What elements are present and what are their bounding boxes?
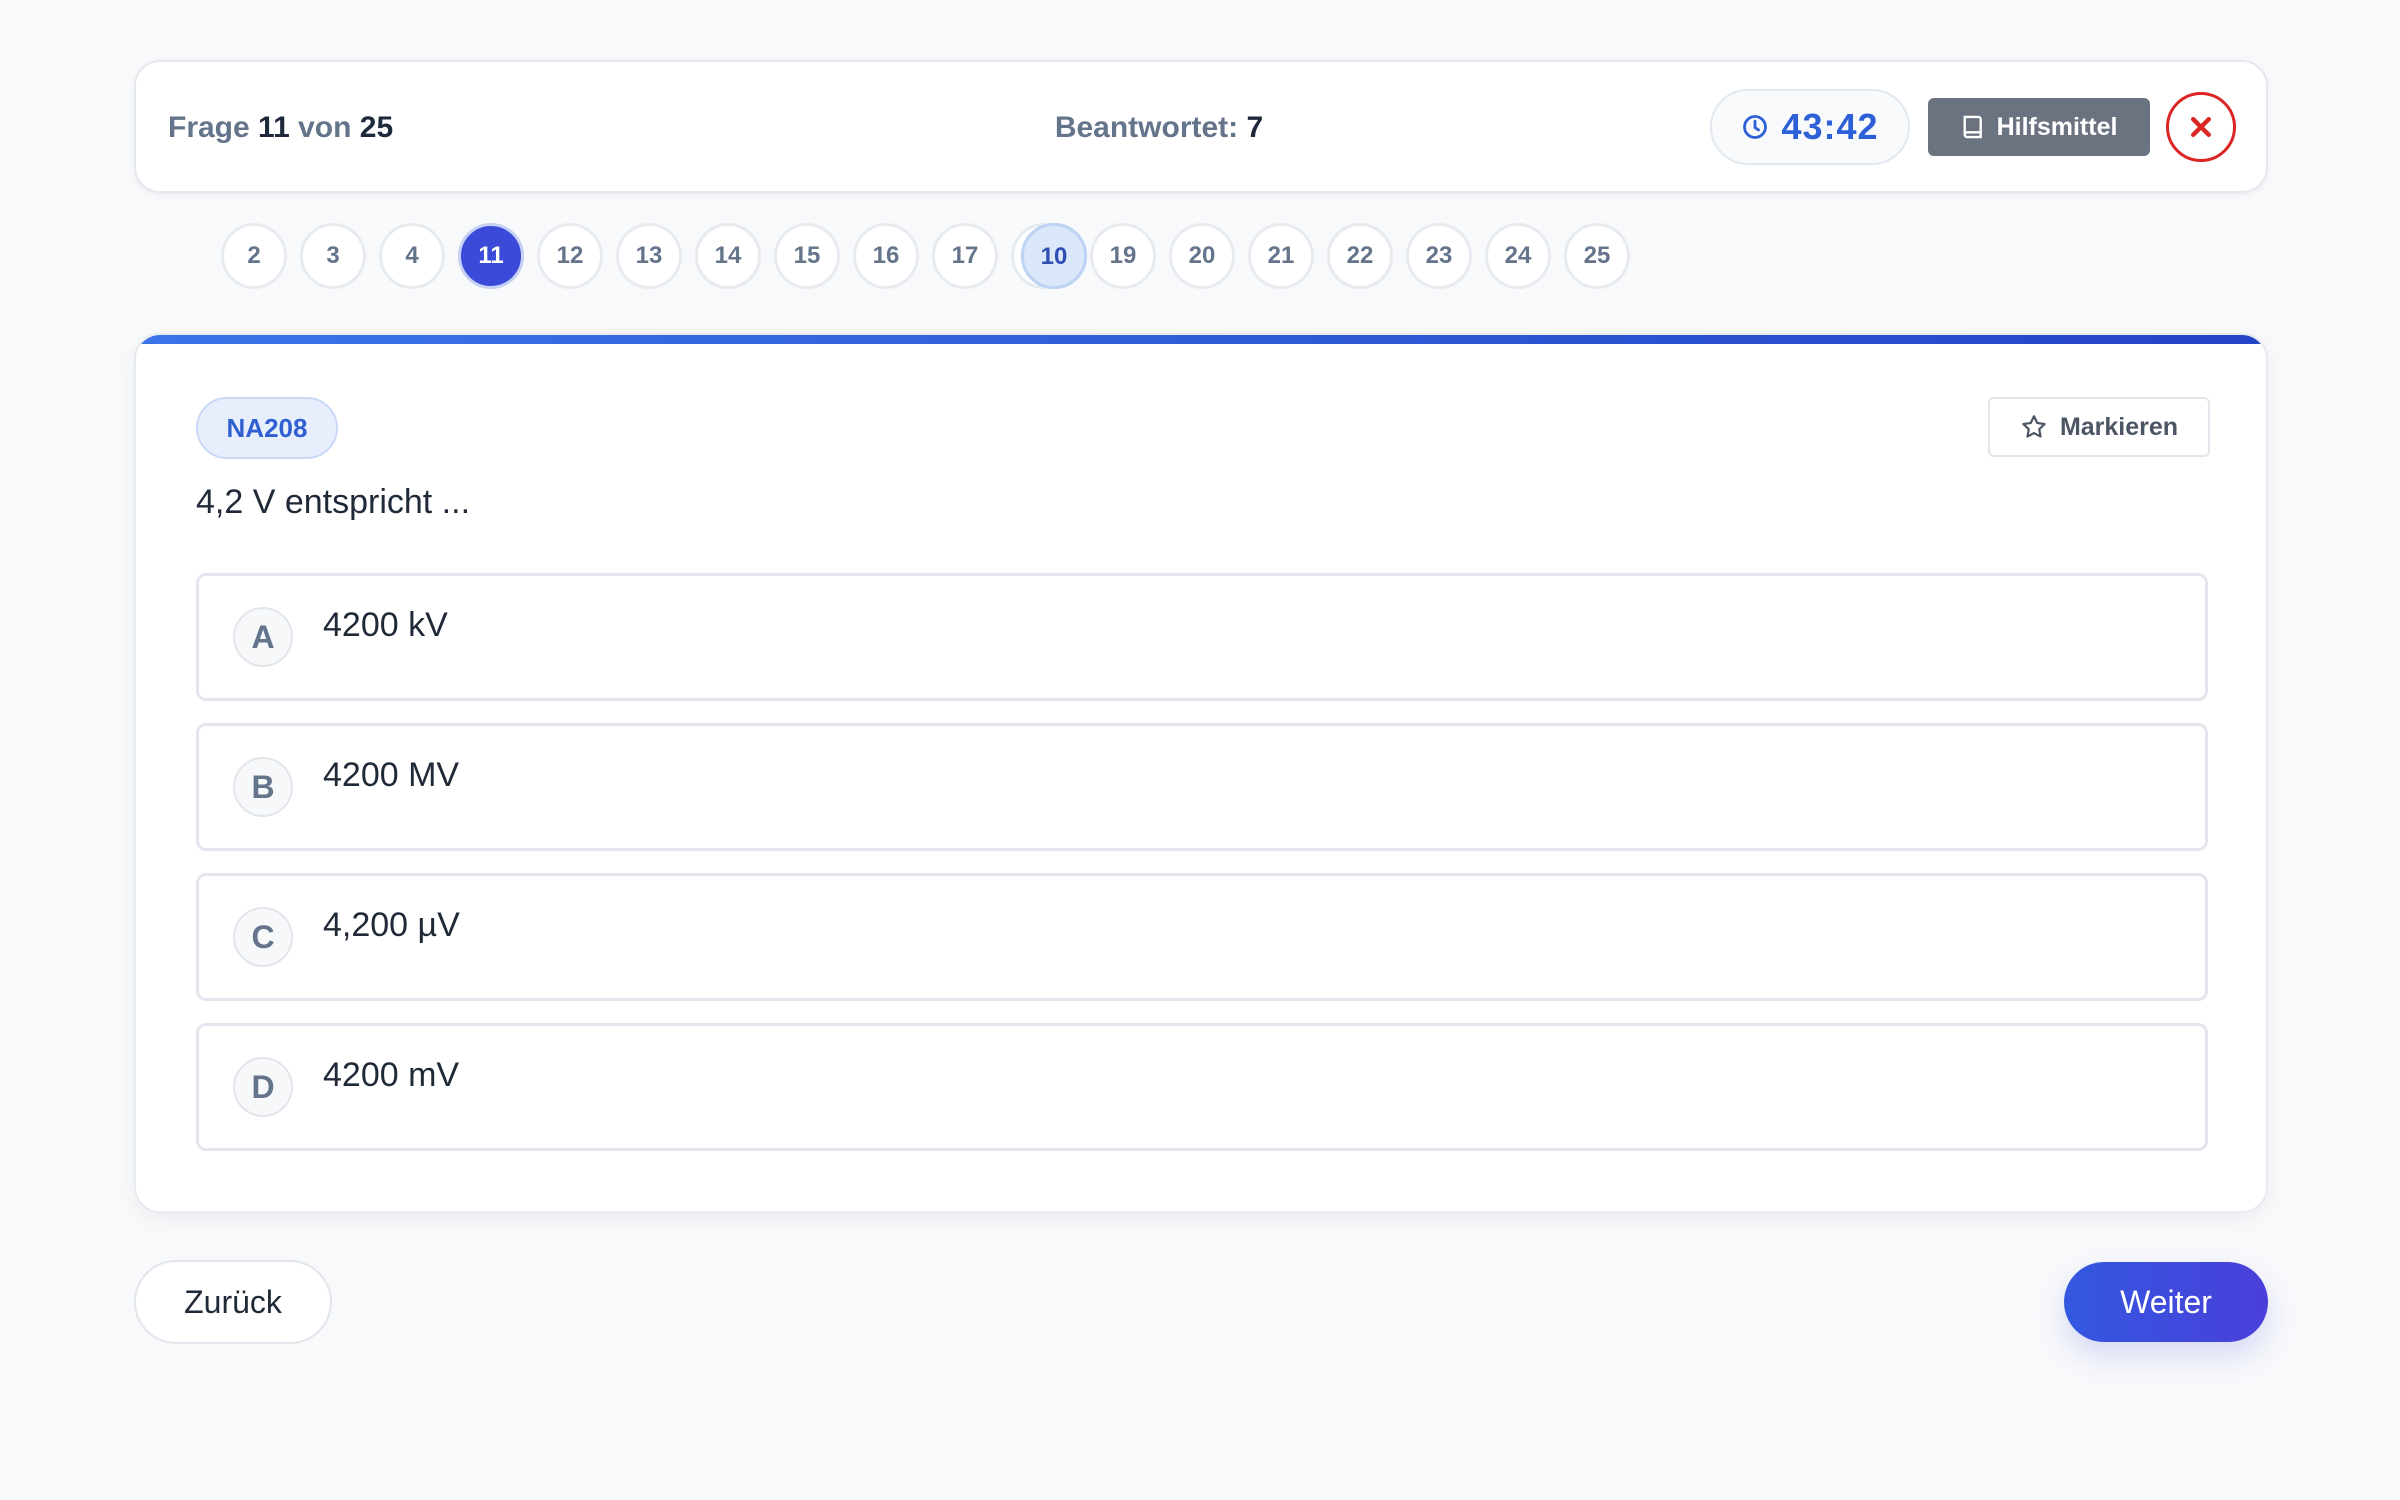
question-nav-23[interactable]: 23 xyxy=(1406,223,1472,289)
progress-of-label: von xyxy=(298,111,352,144)
question-navigator: 1234567891011121314151617181920212223242… xyxy=(221,223,1630,289)
timer: 43:42 xyxy=(1710,89,1910,165)
answer-options: A 4200 kV B 4200 MV C 4,200 µV D 4200 mV xyxy=(196,573,2208,1173)
help-resources-button[interactable]: Hilfsmittel xyxy=(1928,98,2150,156)
question-text: 4,2 V entspricht ... xyxy=(196,483,471,521)
back-button[interactable]: Zurück xyxy=(134,1260,332,1344)
question-nav-14[interactable]: 14 xyxy=(695,223,761,289)
question-nav-4[interactable]: 4 xyxy=(379,223,445,289)
option-letter: C xyxy=(233,907,293,967)
option-text: 4,200 µV xyxy=(323,906,460,944)
answered-count: 7 xyxy=(1246,111,1264,144)
question-nav-12[interactable]: 12 xyxy=(537,223,603,289)
option-text: 4200 MV xyxy=(323,756,460,794)
question-nav-13[interactable]: 13 xyxy=(616,223,682,289)
question-nav-3[interactable]: 3 xyxy=(300,223,366,289)
current-question-number: 11 xyxy=(258,111,290,144)
option-letter: A xyxy=(233,607,293,667)
answered-label: Beantwortet: xyxy=(1054,111,1239,144)
mark-question-button[interactable]: Markieren xyxy=(1988,397,2210,457)
option-letter: D xyxy=(233,1057,293,1117)
timer-value: 43:42 xyxy=(1781,106,1879,147)
question-nav-10[interactable]: 10 xyxy=(1021,223,1087,289)
question-nav-21[interactable]: 21 xyxy=(1248,223,1314,289)
mark-button-label: Markieren xyxy=(2059,412,2179,441)
question-nav-2[interactable]: 2 xyxy=(221,223,287,289)
question-nav-24[interactable]: 24 xyxy=(1485,223,1551,289)
close-icon xyxy=(2190,116,2212,138)
question-nav-22[interactable]: 22 xyxy=(1327,223,1393,289)
total-questions: 25 xyxy=(359,111,394,144)
answer-option-c[interactable]: C 4,200 µV xyxy=(196,873,2208,1001)
help-button-label: Hilfsmittel xyxy=(1996,112,2118,141)
option-letter: B xyxy=(233,757,293,817)
star-icon xyxy=(2022,415,2046,438)
answer-option-a[interactable]: A 4200 kV xyxy=(196,573,2208,701)
exam-header: Frage 11 von 25 Beantwortet: 7 43:42 Hil… xyxy=(134,60,2268,193)
question-nav-19[interactable]: 19 xyxy=(1090,223,1156,289)
question-nav-17[interactable]: 17 xyxy=(932,223,998,289)
question-nav-15[interactable]: 15 xyxy=(774,223,840,289)
answered-counter: Beantwortet: 7 xyxy=(936,62,1382,195)
question-nav-20[interactable]: 20 xyxy=(1169,223,1235,289)
clock-icon xyxy=(1743,115,1768,139)
progress-prefix: Frage xyxy=(168,111,250,144)
answer-option-b[interactable]: B 4200 MV xyxy=(196,723,2208,851)
book-icon xyxy=(1963,115,1982,139)
question-id-badge: NA208 xyxy=(196,397,338,459)
option-text: 4200 kV xyxy=(323,606,448,644)
option-text: 4200 mV xyxy=(323,1056,460,1094)
question-nav-25[interactable]: 25 xyxy=(1564,223,1630,289)
question-nav-16[interactable]: 16 xyxy=(853,223,919,289)
answer-option-d[interactable]: D 4200 mV xyxy=(196,1023,2208,1151)
question-card: NA208 Markieren 4,2 V entspricht ... A 4… xyxy=(134,333,2268,1213)
close-exam-button[interactable] xyxy=(2166,92,2236,162)
card-accent-bar xyxy=(136,335,2266,344)
question-progress: Frage 11 von 25 xyxy=(168,62,393,195)
question-nav-11[interactable]: 11 xyxy=(458,223,524,289)
next-button[interactable]: Weiter xyxy=(2064,1262,2268,1342)
